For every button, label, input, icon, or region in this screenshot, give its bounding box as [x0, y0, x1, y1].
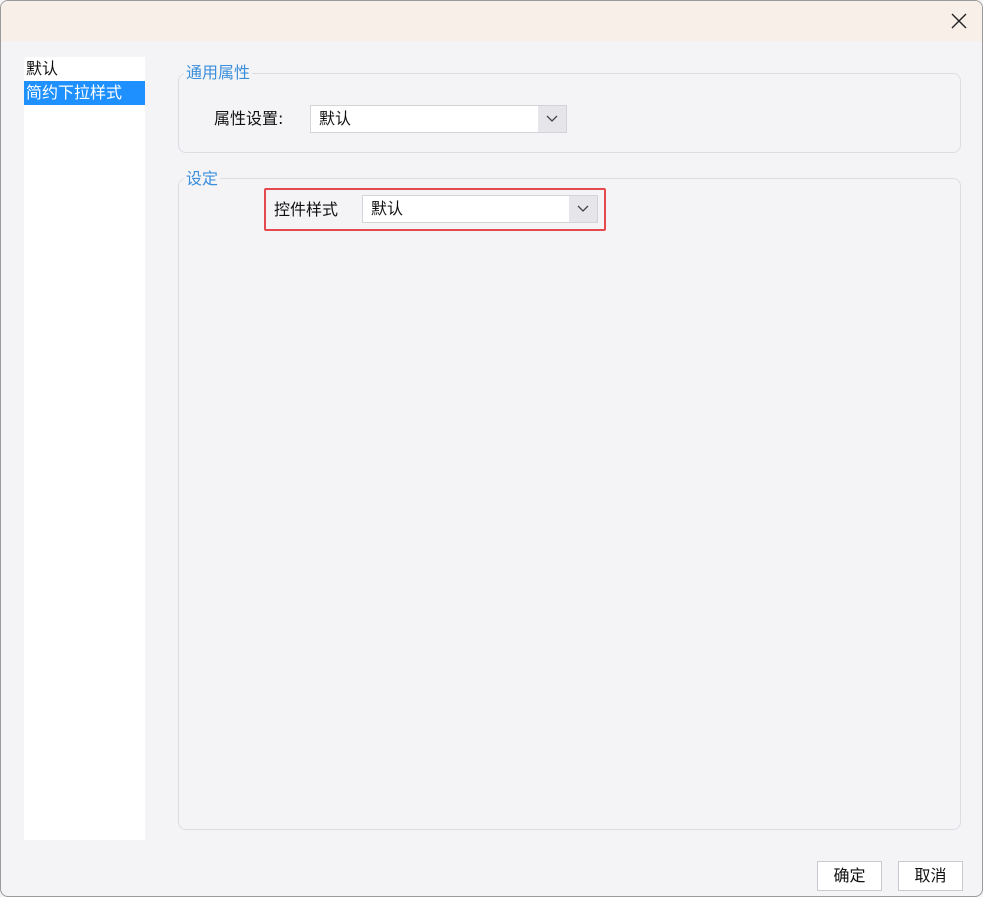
dialog-window: 默认 简约下拉样式 通用属性 属性设置: 默认 设定 控件样式 默认 确定 取消	[0, 0, 983, 897]
settings-group	[178, 178, 961, 830]
list-item-default[interactable]: 默认	[24, 57, 145, 81]
close-button[interactable]	[936, 1, 982, 41]
general-properties-legend: 通用属性	[184, 63, 253, 83]
property-setting-select[interactable]: 默认	[310, 105, 567, 133]
control-style-label: 控件样式	[274, 200, 339, 219]
title-bar	[1, 1, 982, 41]
list-item-simple-dropdown[interactable]: 简约下拉样式	[24, 81, 145, 105]
cancel-button[interactable]: 取消	[898, 861, 963, 891]
property-setting-label: 属性设置:	[214, 109, 284, 128]
close-icon	[951, 13, 967, 29]
general-properties-group	[178, 73, 961, 153]
style-list: 默认 简约下拉样式	[24, 57, 145, 840]
control-style-select[interactable]: 默认	[362, 195, 598, 223]
chevron-down-icon	[569, 196, 597, 222]
chevron-down-icon	[538, 106, 566, 132]
settings-legend: 设定	[184, 169, 221, 189]
ok-button[interactable]: 确定	[817, 861, 882, 891]
property-setting-value: 默认	[319, 109, 352, 128]
control-style-value: 默认	[371, 199, 404, 218]
